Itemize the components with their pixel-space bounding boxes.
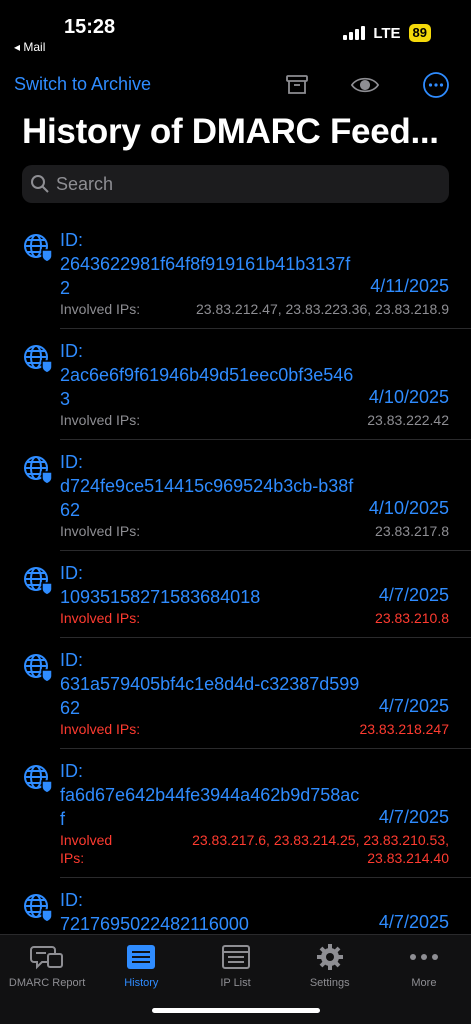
involved-ips: Involved IPs: 23.83.218.247: [60, 720, 471, 748]
report-date: 4/11/2025: [370, 276, 449, 296]
globe-shield-icon: [22, 343, 54, 375]
report-id-label: ID:: [60, 761, 84, 781]
globe-shield-icon: [22, 652, 54, 684]
involved-ips: Involved IPs: 23.83.217.6, 23.83.214.25, …: [60, 831, 471, 877]
involved-ips: Involved IPs: 23.83.217.8: [60, 522, 471, 550]
tab-label: IP List: [220, 977, 251, 989]
tab-dmarc-report[interactable]: DMARC Report: [0, 935, 94, 1024]
search-input[interactable]: [56, 173, 416, 195]
involved-ips-value: 23.83.218.247: [359, 721, 449, 737]
report-date: 4/10/2025: [368, 498, 449, 518]
involved-ips-label: Involved IPs:: [60, 721, 141, 737]
involved-ips-value: 23.83.222.42: [367, 412, 449, 428]
report-id-value: 2ac6e6f9f61946b49d51eec0bf3e5463: [60, 365, 354, 409]
report-id-label: ID:: [60, 341, 84, 361]
involved-ips: Involved IPs: 23.83.222.42: [60, 411, 471, 439]
ip-list-icon: [219, 943, 253, 971]
search-bar[interactable]: [22, 165, 449, 203]
report-row[interactable]: ID: d724fe9ce514415c969524b3cb-b38f62 4/10…: [24, 440, 471, 551]
report-date: 4/7/2025: [378, 807, 449, 827]
eye-icon[interactable]: [350, 70, 380, 100]
involved-ips-label: Involved IPs:: [60, 412, 141, 428]
tab-label: History: [124, 977, 159, 989]
archive-box-icon[interactable]: [282, 70, 312, 100]
report-id-value: fa6d67e642b44fe3944a462b9d758acf: [60, 785, 360, 829]
involved-ips-label: Involved IPs:: [60, 832, 113, 866]
tab-more[interactable]: More: [377, 935, 471, 1024]
globe-shield-icon: [22, 454, 54, 486]
involved-ips-label: Involved IPs:: [60, 301, 141, 317]
report-id: ID: d724fe9ce514415c969524b3cb-b38f62: [60, 440, 360, 522]
tab-label: Settings: [309, 977, 350, 989]
network-type: LTE: [373, 24, 401, 42]
report-row[interactable]: ID: 10935158271583684018 4/7/2025 Involved …: [24, 551, 471, 638]
report-icon: [30, 943, 64, 971]
report-id-value: 631a579405bf4c1e8d4d-c32387d59962: [60, 674, 360, 718]
report-id-label: ID:: [60, 452, 84, 472]
report-id-label: ID:: [60, 230, 84, 250]
report-date: 4/7/2025: [378, 912, 449, 932]
involved-ips-value: 23.83.217.6, 23.83.214.25, 23.83.210.53,…: [192, 832, 449, 866]
signal-icon: [343, 26, 366, 40]
report-id: ID: fa6d67e642b44fe3944a462b9d758acf: [60, 749, 360, 831]
more-options-icon[interactable]: [421, 70, 451, 100]
globe-shield-icon: [22, 232, 54, 264]
report-row[interactable]: ID:72176950224821160004/7/2025Involved I…: [24, 878, 471, 934]
search-icon: [31, 175, 49, 193]
report-row[interactable]: ID: 2ac6e6f9f61946b49d51eec0bf3e5463 4/10/…: [24, 329, 471, 440]
report-id-label: ID:: [60, 890, 84, 910]
report-id-value: 7217695022482116000: [60, 914, 249, 934]
report-row[interactable]: ID: 631a579405bf4c1e8d4d-c32387d59962 4/7/…: [24, 638, 471, 749]
status-bar: 15:28 ◂ Mail LTE 89: [0, 0, 471, 60]
globe-shield-icon: [22, 763, 54, 795]
back-to-app-link[interactable]: ◂ Mail: [14, 40, 45, 54]
globe-shield-icon: [22, 892, 54, 924]
tab-label: DMARC Report: [8, 977, 86, 989]
report-id: ID: 10935158271583684018: [60, 551, 360, 609]
report-row[interactable]: ID: fa6d67e642b44fe3944a462b9d758acf 4/7/2…: [24, 749, 471, 878]
report-list[interactable]: ID: 2643622981f64f8f919161b41b3137f2 4/11/…: [0, 218, 471, 934]
globe-shield-icon: [22, 565, 54, 597]
involved-ips: Involved IPs: 23.83.210.8: [60, 609, 471, 637]
report-date: 4/10/2025: [368, 387, 449, 407]
report-id: ID: 2ac6e6f9f61946b49d51eec0bf3e5463: [60, 329, 360, 411]
report-row[interactable]: ID: 2643622981f64f8f919161b41b3137f2 4/11/…: [24, 218, 471, 329]
report-id: ID: 631a579405bf4c1e8d4d-c32387d59962: [60, 638, 360, 720]
report-id: ID: 2643622981f64f8f919161b41b3137f2: [60, 218, 360, 300]
report-id-value: d724fe9ce514415c969524b3cb-b38f62: [60, 476, 354, 520]
report-id: ID: 7217695022482116000: [60, 878, 360, 934]
gear-icon: [313, 943, 347, 971]
switch-to-archive-button[interactable]: Switch to Archive: [14, 74, 151, 95]
involved-ips: Involved IPs: 23.83.212.47, 23.83.223.36,…: [60, 300, 471, 328]
report-id-value: 2643622981f64f8f919161b41b3137f2: [60, 254, 351, 298]
involved-ips-value: 23.83.217.8: [375, 523, 449, 539]
report-date: 4/7/2025: [378, 585, 449, 605]
home-indicator[interactable]: [152, 1008, 320, 1013]
battery-icon: 89: [408, 24, 431, 42]
tab-label: More: [411, 977, 437, 989]
more-icon: [407, 943, 441, 971]
involved-ips-value: 23.83.210.8: [375, 610, 449, 626]
involved-ips-value: 23.83.212.47, 23.83.223.36, 23.83.218.9: [195, 301, 449, 317]
history-icon: [124, 943, 158, 971]
page-title: History of DMARC Feed...: [22, 112, 439, 151]
status-time: 15:28: [64, 16, 116, 38]
status-indicators: LTE 89: [343, 24, 431, 42]
report-date: 4/7/2025: [378, 696, 449, 716]
navigation-bar: Switch to Archive: [0, 70, 471, 100]
report-id-label: ID:: [60, 563, 84, 583]
involved-ips-label: Involved IPs:: [60, 523, 141, 539]
report-id-label: ID:: [60, 650, 84, 670]
involved-ips-label: Involved IPs:: [60, 610, 141, 626]
report-id-value: 10935158271583684018: [60, 587, 261, 607]
